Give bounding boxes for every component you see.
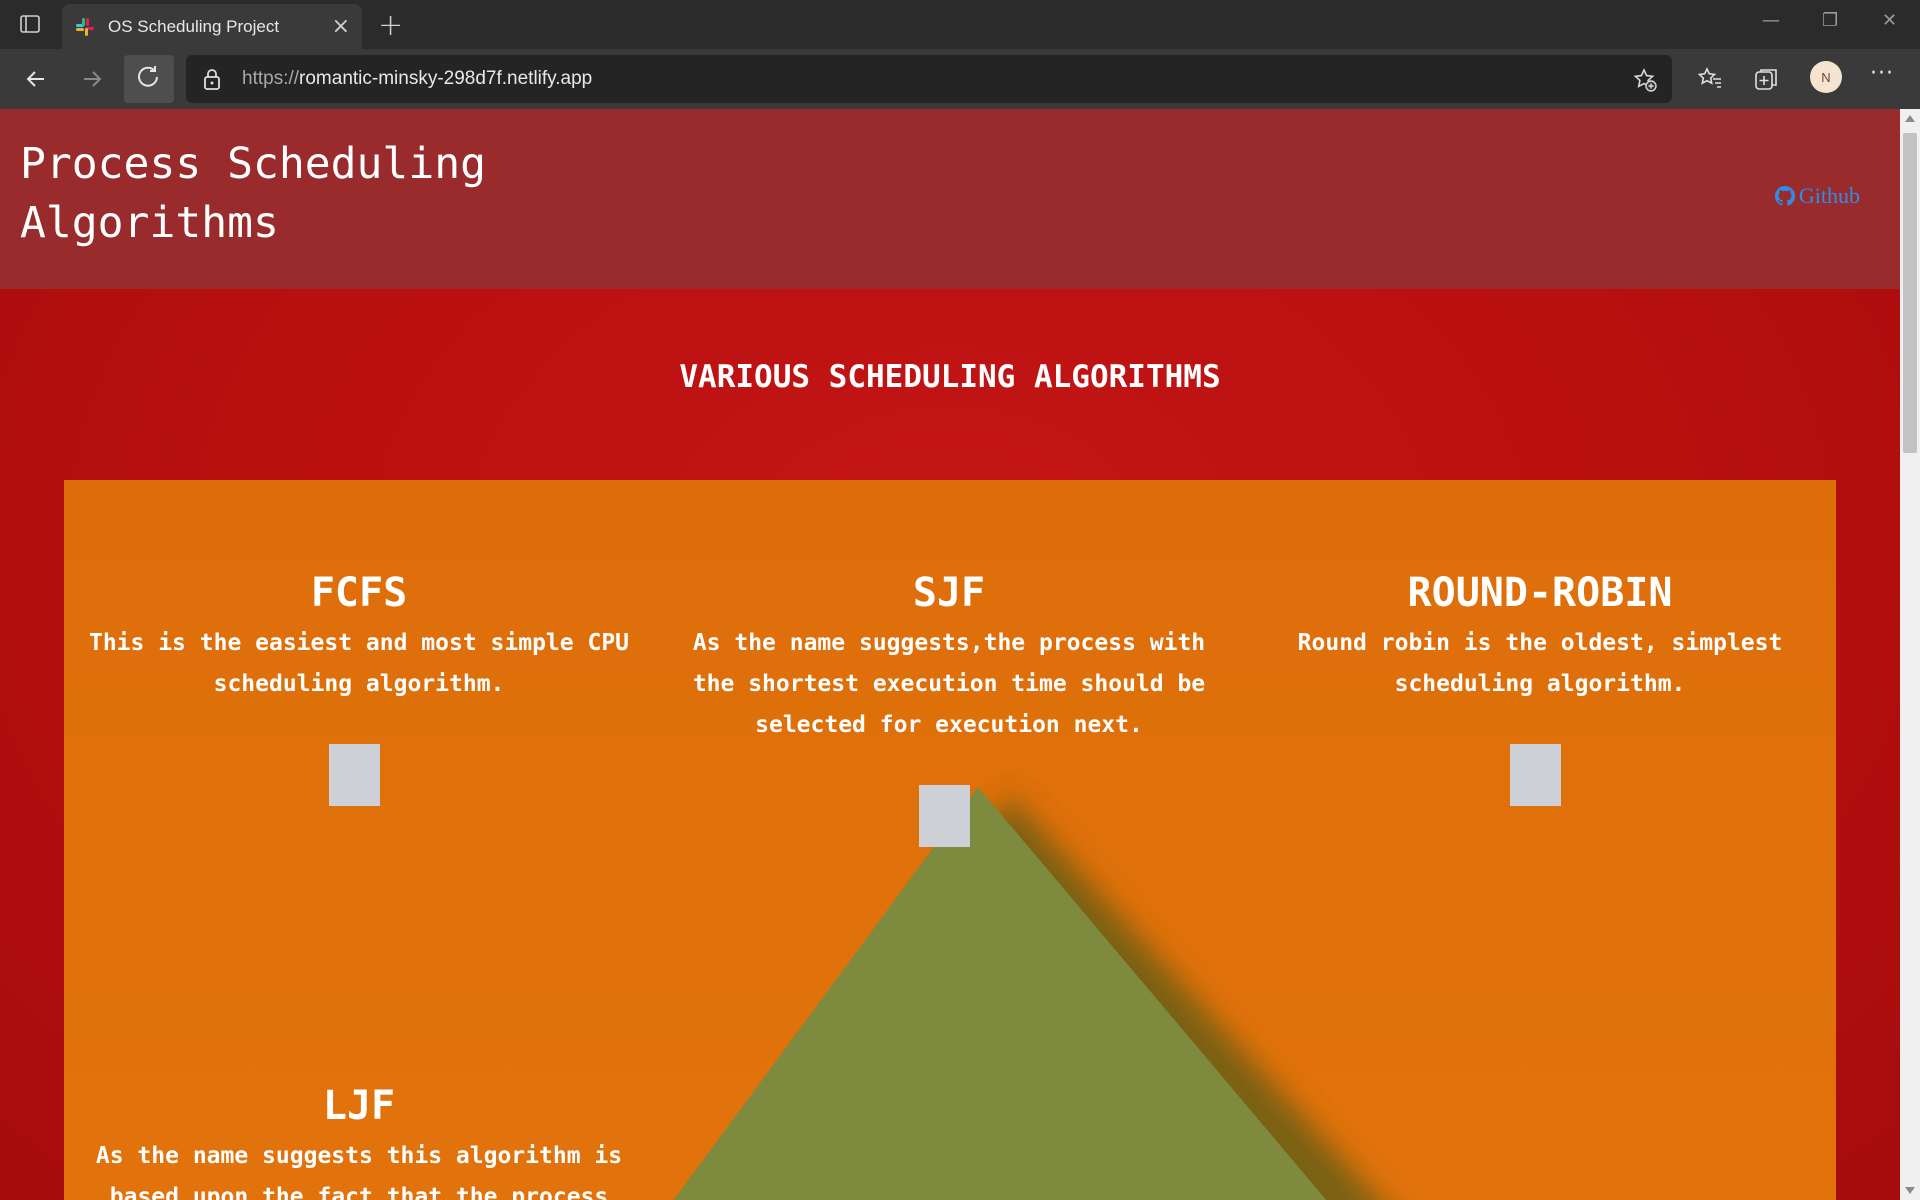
site-title-line2: Algorithms bbox=[20, 198, 279, 248]
algo-desc-ljf: As the name suggests this algorithm is b… bbox=[95, 1143, 623, 1200]
algo-desc-fcfs: This is the easiest and most simple CPU … bbox=[88, 630, 630, 697]
back-button[interactable] bbox=[16, 59, 56, 99]
slack-favicon-icon bbox=[74, 16, 96, 38]
collections-icon[interactable] bbox=[1752, 65, 1780, 93]
round-robin-image[interactable] bbox=[1510, 744, 1561, 806]
browser-toolbar: https://romantic-minsky-298d7f.netlify.a… bbox=[0, 49, 1920, 109]
address-bar[interactable]: https://romantic-minsky-298d7f.netlify.a… bbox=[186, 55, 1672, 103]
tab-actions-icon[interactable] bbox=[18, 12, 44, 38]
browser-tab-active[interactable]: OS Scheduling Project × bbox=[62, 4, 362, 49]
tab-title: OS Scheduling Project bbox=[108, 17, 280, 36]
new-tab-icon[interactable]: + bbox=[378, 8, 403, 43]
page-viewport: Process Scheduling Algorithms Github VAR… bbox=[0, 109, 1900, 1200]
close-tab-icon[interactable]: × bbox=[332, 14, 350, 39]
algorithms-panel: FCFS This is the easiest and most simple… bbox=[64, 480, 1836, 1200]
algo-title-sjf: SJF bbox=[912, 570, 986, 616]
add-favorite-icon[interactable] bbox=[1632, 67, 1658, 97]
reload-button[interactable] bbox=[124, 55, 174, 103]
lock-icon[interactable] bbox=[202, 67, 222, 95]
algo-card-round-robin: ROUND-ROBIN Round robin is the oldest, s… bbox=[1260, 567, 1820, 705]
section-heading: VARIOUS SCHEDULING ALGORITHMS bbox=[679, 359, 1221, 395]
algo-title-round-robin: ROUND-ROBIN bbox=[1407, 570, 1673, 616]
reload-icon bbox=[138, 66, 158, 87]
algo-title-ljf: LJF bbox=[322, 1083, 396, 1129]
url-host: romantic-minsky-298d7f.netlify.app bbox=[299, 68, 593, 89]
forward-button[interactable] bbox=[72, 59, 112, 99]
scrollbar-thumb[interactable] bbox=[1903, 133, 1917, 453]
site-title: Process Scheduling Algorithms bbox=[20, 135, 486, 253]
algo-title-fcfs: FCFS bbox=[310, 570, 408, 616]
url-text: https://romantic-minsky-298d7f.netlify.a… bbox=[242, 68, 592, 90]
algo-card-sjf: SJF As the name suggests,the process wit… bbox=[669, 567, 1229, 746]
site-title-line1: Process Scheduling bbox=[20, 139, 486, 189]
scroll-up-icon[interactable] bbox=[1905, 115, 1915, 122]
more-options-icon[interactable]: ··· bbox=[1870, 61, 1894, 86]
github-link[interactable]: Github bbox=[1774, 183, 1860, 209]
favorites-icon[interactable] bbox=[1696, 65, 1724, 93]
fcfs-image[interactable] bbox=[329, 744, 380, 806]
url-protocol: https:// bbox=[242, 68, 300, 89]
browser-tab-bar: OS Scheduling Project × + — ❐ ✕ bbox=[0, 0, 1920, 49]
minimize-icon[interactable]: — bbox=[1762, 10, 1780, 31]
algo-card-ljf: LJF As the name suggests this algorithm … bbox=[79, 1080, 639, 1200]
scroll-down-icon[interactable] bbox=[1905, 1187, 1915, 1194]
sjf-image[interactable] bbox=[919, 785, 970, 847]
vertical-scrollbar[interactable] bbox=[1900, 109, 1920, 1200]
restore-icon[interactable]: ❐ bbox=[1822, 10, 1838, 31]
profile-avatar[interactable]: N bbox=[1810, 61, 1842, 93]
algo-desc-sjf: As the name suggests,the process with th… bbox=[692, 630, 1206, 738]
github-label[interactable]: Github bbox=[1799, 183, 1860, 209]
window-close-icon[interactable]: ✕ bbox=[1882, 10, 1897, 31]
back-arrow-icon bbox=[26, 71, 44, 87]
github-icon bbox=[1774, 186, 1795, 206]
forward-arrow-icon bbox=[84, 71, 102, 87]
algo-desc-round-robin: Round robin is the oldest, simplest sche… bbox=[1297, 630, 1783, 697]
site-header: Process Scheduling Algorithms Github bbox=[0, 109, 1900, 289]
algo-card-fcfs: FCFS This is the easiest and most simple… bbox=[79, 567, 639, 705]
